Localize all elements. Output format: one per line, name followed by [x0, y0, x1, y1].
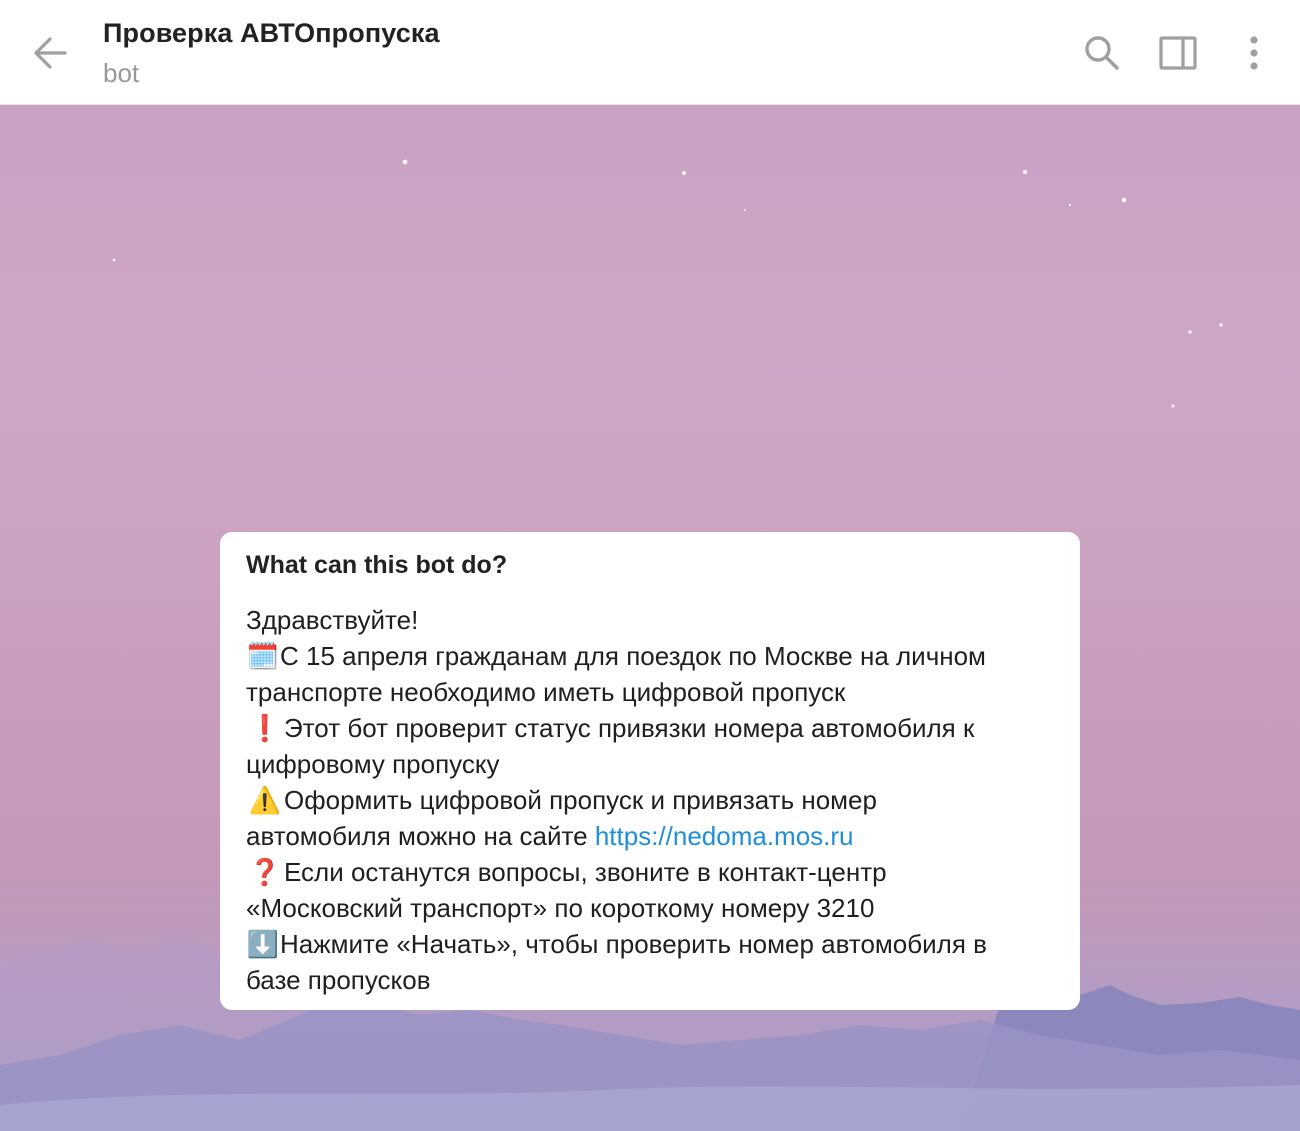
- question-icon: ❓: [248, 857, 282, 887]
- start-line: ⬇️Нажмите «Начать», чтобы проверить номе…: [246, 926, 1054, 962]
- warning-line-text: Оформить цифровой пропуск и привязать но…: [284, 785, 877, 815]
- start-line-text: Нажмите «Начать», чтобы проверить номер …: [280, 929, 987, 959]
- more-menu-button[interactable]: [1227, 26, 1281, 80]
- question-line-cont: «Московский транспорт» по короткому номе…: [246, 893, 875, 923]
- chat-window: Проверка АВТОпропуска bot What can this …: [0, 0, 1300, 1131]
- sidebar-toggle-icon: [1159, 36, 1197, 70]
- exclamation-line: ❗ Этот бот проверит статус привязки номер…: [246, 710, 1054, 746]
- search-icon: [1085, 36, 1119, 70]
- nedoma-link[interactable]: https://nedoma.mos.ru: [595, 821, 854, 851]
- chat-subtitle: bot: [103, 58, 140, 88]
- sidebar-toggle-button[interactable]: [1151, 26, 1205, 80]
- chat-title-block[interactable]: Проверка АВТОпропуска bot: [103, 14, 440, 93]
- more-vertical-icon: [1250, 36, 1258, 70]
- question-line: ❓ Если останутся вопросы, звоните в конта…: [246, 854, 1054, 890]
- bot-description-title: What can this bot do?: [246, 551, 508, 579]
- start-line-cont: базе пропусков: [246, 965, 431, 995]
- question-line-text: Если останутся вопросы, звоните в контак…: [284, 857, 887, 887]
- bot-description-text: Здравствуйте! 🗓️С 15 апреля гражданам дл…: [246, 602, 1054, 998]
- warning-line-cont-text: автомобиля можно на сайте: [246, 821, 588, 851]
- warning-line-cont: автомобиля можно на сайте https://nedoma…: [246, 818, 1054, 854]
- chat-header: Проверка АВТОпропуска bot: [0, 0, 1300, 105]
- chat-title: Проверка АВТОпропуска: [103, 18, 440, 48]
- greeting-line: Здравствуйте!: [246, 605, 419, 635]
- back-button[interactable]: [22, 27, 78, 79]
- exclamation-icon: ❗: [248, 713, 282, 743]
- search-button[interactable]: [1075, 26, 1129, 80]
- warning-line: ⚠️ Оформить цифровой пропуск и привязать …: [246, 782, 1054, 818]
- exclamation-line-cont: цифровому пропуску: [246, 749, 500, 779]
- warning-icon: ⚠️: [248, 785, 282, 815]
- arrow-down-icon: ⬇️: [246, 929, 280, 959]
- date-line: 🗓️С 15 апреля гражданам для поездок по М…: [246, 638, 1054, 674]
- exclamation-line-text: Этот бот проверит статус привязки номера…: [284, 713, 975, 743]
- bot-description-card: What can this bot do? Здравствуйте! 🗓️С …: [220, 532, 1080, 1010]
- calendar-icon: 🗓️: [246, 641, 280, 671]
- arrow-left-icon: [34, 37, 67, 69]
- date-line-text: С 15 апреля гражданам для поездок по Мос…: [280, 641, 986, 671]
- date-line-cont: транспорте необходимо иметь цифровой про…: [246, 677, 846, 707]
